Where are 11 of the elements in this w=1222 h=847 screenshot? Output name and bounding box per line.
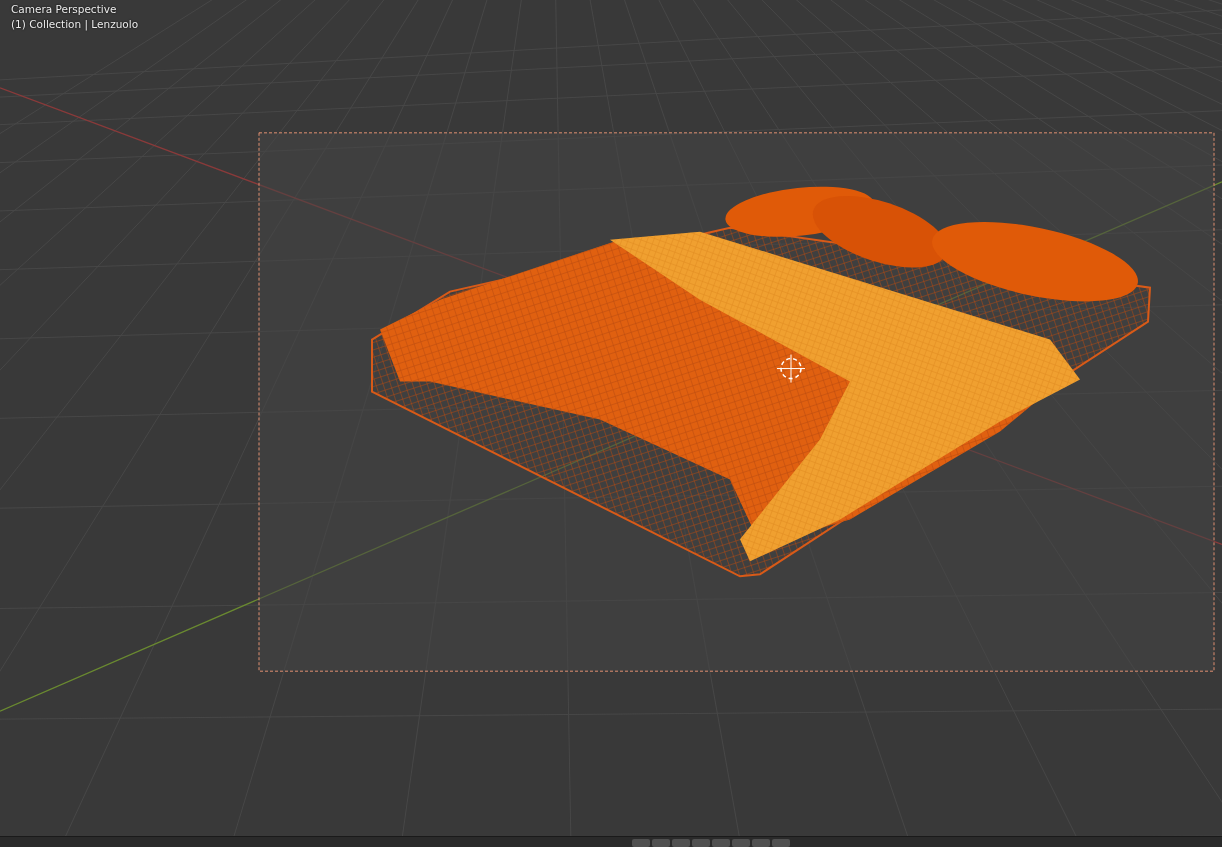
toolbar-button[interactable] — [652, 839, 670, 847]
view-name: Camera Perspective — [11, 3, 118, 15]
toolbar-button[interactable] — [672, 839, 690, 847]
toolbar-button[interactable] — [772, 839, 790, 847]
object-info: (1) Collection | Lenzuolo — [11, 18, 139, 30]
toolbar-button[interactable] — [712, 839, 730, 847]
toolbar-button[interactable] — [732, 839, 750, 847]
toolbar-button[interactable] — [752, 839, 770, 847]
3d-cursor-icon — [776, 354, 806, 384]
toolbar-button[interactable] — [692, 839, 710, 847]
toolbar-button[interactable] — [632, 839, 650, 847]
